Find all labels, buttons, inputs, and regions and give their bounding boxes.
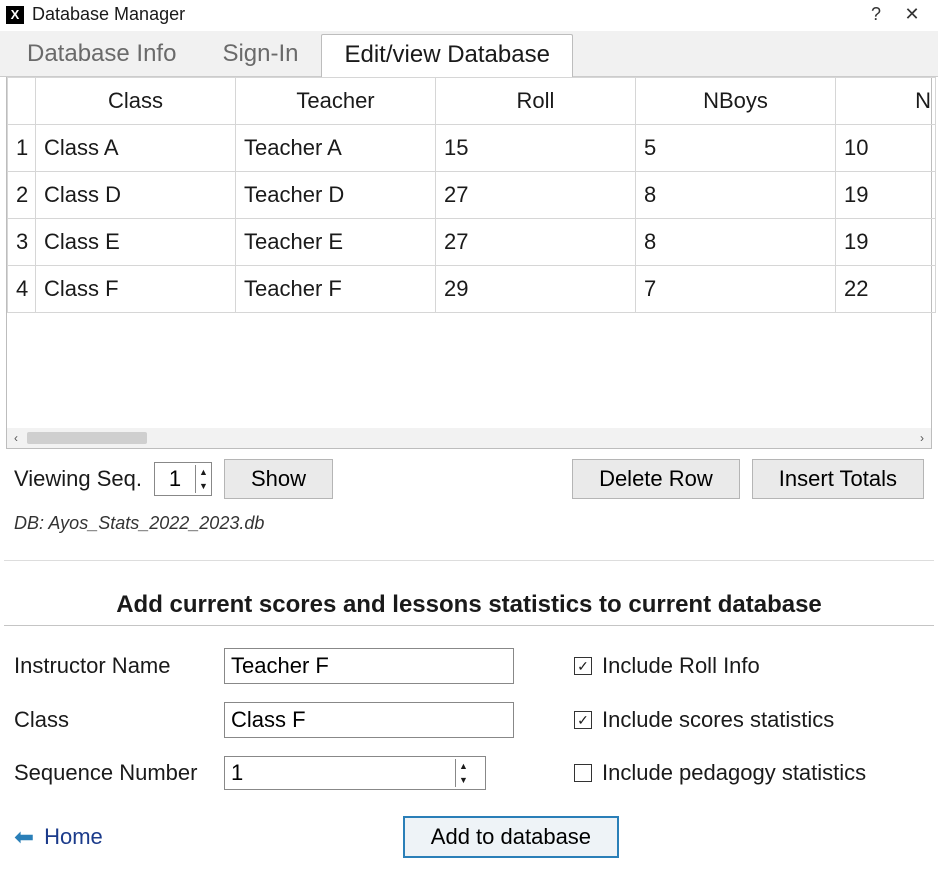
horizontal-scrollbar[interactable]: ‹ ›: [7, 428, 931, 448]
cell[interactable]: 29: [436, 266, 636, 313]
spinner-up-icon[interactable]: ▲: [456, 759, 471, 773]
checkbox-icon: [574, 764, 592, 782]
checkbox-icon: ✓: [574, 657, 592, 675]
edit-view-panel: Class Teacher Roll NBoys N 1 Class A Tea…: [6, 77, 932, 449]
show-button[interactable]: Show: [224, 459, 333, 499]
arrow-left-icon: ⬅: [14, 823, 34, 852]
column-header[interactable]: Roll: [436, 78, 636, 125]
viewing-seq-spinner[interactable]: ▲ ▼: [154, 462, 212, 496]
cell[interactable]: Class A: [36, 125, 236, 172]
add-stats-form: Instructor Name ✓ Include Roll Info Clas…: [0, 626, 938, 796]
instructor-input[interactable]: [224, 648, 514, 684]
tab-database-info[interactable]: Database Info: [4, 33, 199, 76]
viewing-seq-label: Viewing Seq.: [14, 466, 142, 492]
class-label: Class: [14, 707, 224, 733]
column-header[interactable]: Teacher: [236, 78, 436, 125]
section-title: Add current scores and lessons statistic…: [4, 560, 934, 625]
cell[interactable]: Class F: [36, 266, 236, 313]
instructor-label: Instructor Name: [14, 653, 224, 679]
spinner-up-icon[interactable]: ▲: [196, 465, 211, 479]
cell[interactable]: Teacher F: [236, 266, 436, 313]
data-table[interactable]: Class Teacher Roll NBoys N 1 Class A Tea…: [7, 77, 936, 313]
tabs-bar: Database Info Sign-In Edit/view Database: [0, 31, 938, 77]
row-number: 2: [8, 172, 36, 219]
help-button[interactable]: ?: [858, 4, 894, 25]
add-to-database-button[interactable]: Add to database: [403, 816, 619, 858]
checkbox-label: Include Roll Info: [602, 653, 760, 679]
column-header[interactable]: Class: [36, 78, 236, 125]
cell[interactable]: Teacher E: [236, 219, 436, 266]
table-row[interactable]: 2 Class D Teacher D 27 8 19: [8, 172, 936, 219]
spinner-down-icon[interactable]: ▼: [456, 773, 471, 787]
checkbox-label: Include scores statistics: [602, 707, 834, 733]
tab-sign-in[interactable]: Sign-In: [199, 33, 321, 76]
titlebar: X Database Manager ? ✕: [0, 0, 938, 31]
scroll-right-icon[interactable]: ›: [913, 429, 931, 447]
scroll-track[interactable]: [25, 431, 913, 445]
cell[interactable]: 19: [836, 219, 936, 266]
scroll-left-icon[interactable]: ‹: [7, 429, 25, 447]
cell[interactable]: Class D: [36, 172, 236, 219]
home-link[interactable]: ⬅ Home: [14, 823, 103, 852]
cell[interactable]: 5: [636, 125, 836, 172]
sequence-input[interactable]: [225, 759, 455, 787]
table-row[interactable]: 1 Class A Teacher A 15 5 10: [8, 125, 936, 172]
include-pedagogy-checkbox[interactable]: Include pedagogy statistics: [574, 760, 924, 786]
cell[interactable]: 15: [436, 125, 636, 172]
db-path-label: DB: Ayos_Stats_2022_2023.db: [0, 503, 938, 536]
table-row[interactable]: 4 Class F Teacher F 29 7 22: [8, 266, 936, 313]
spinner-down-icon[interactable]: ▼: [196, 479, 211, 493]
cell[interactable]: 27: [436, 219, 636, 266]
row-number: 4: [8, 266, 36, 313]
sequence-spinner[interactable]: ▲ ▼: [224, 756, 486, 790]
row-number: 3: [8, 219, 36, 266]
cell[interactable]: 8: [636, 219, 836, 266]
cell[interactable]: Teacher A: [236, 125, 436, 172]
cell[interactable]: Teacher D: [236, 172, 436, 219]
home-label: Home: [44, 824, 103, 850]
tab-edit-view-database[interactable]: Edit/view Database: [321, 34, 572, 77]
class-input[interactable]: [224, 702, 514, 738]
row-number: 1: [8, 125, 36, 172]
checkbox-label: Include pedagogy statistics: [602, 760, 866, 786]
include-roll-checkbox[interactable]: ✓ Include Roll Info: [574, 653, 924, 679]
cell[interactable]: 27: [436, 172, 636, 219]
viewing-seq-input[interactable]: [155, 465, 195, 493]
close-button[interactable]: ✕: [894, 4, 930, 25]
table-corner: [8, 78, 36, 125]
delete-row-button[interactable]: Delete Row: [572, 459, 740, 499]
sequence-label: Sequence Number: [14, 760, 224, 786]
scroll-thumb[interactable]: [27, 432, 147, 444]
column-header[interactable]: NBoys: [636, 78, 836, 125]
table-row[interactable]: 3 Class E Teacher E 27 8 19: [8, 219, 936, 266]
cell[interactable]: 22: [836, 266, 936, 313]
app-icon: X: [6, 6, 24, 24]
cell[interactable]: Class E: [36, 219, 236, 266]
window-title: Database Manager: [32, 4, 858, 25]
cell[interactable]: 19: [836, 172, 936, 219]
include-scores-checkbox[interactable]: ✓ Include scores statistics: [574, 707, 924, 733]
insert-totals-button[interactable]: Insert Totals: [752, 459, 924, 499]
checkbox-icon: ✓: [574, 711, 592, 729]
table-controls: Viewing Seq. ▲ ▼ Show Delete Row Insert …: [0, 449, 938, 503]
cell[interactable]: 10: [836, 125, 936, 172]
cell[interactable]: 8: [636, 172, 836, 219]
cell[interactable]: 7: [636, 266, 836, 313]
column-header[interactable]: N: [836, 78, 936, 125]
bottom-bar: ⬅ Home Add to database: [0, 796, 938, 878]
